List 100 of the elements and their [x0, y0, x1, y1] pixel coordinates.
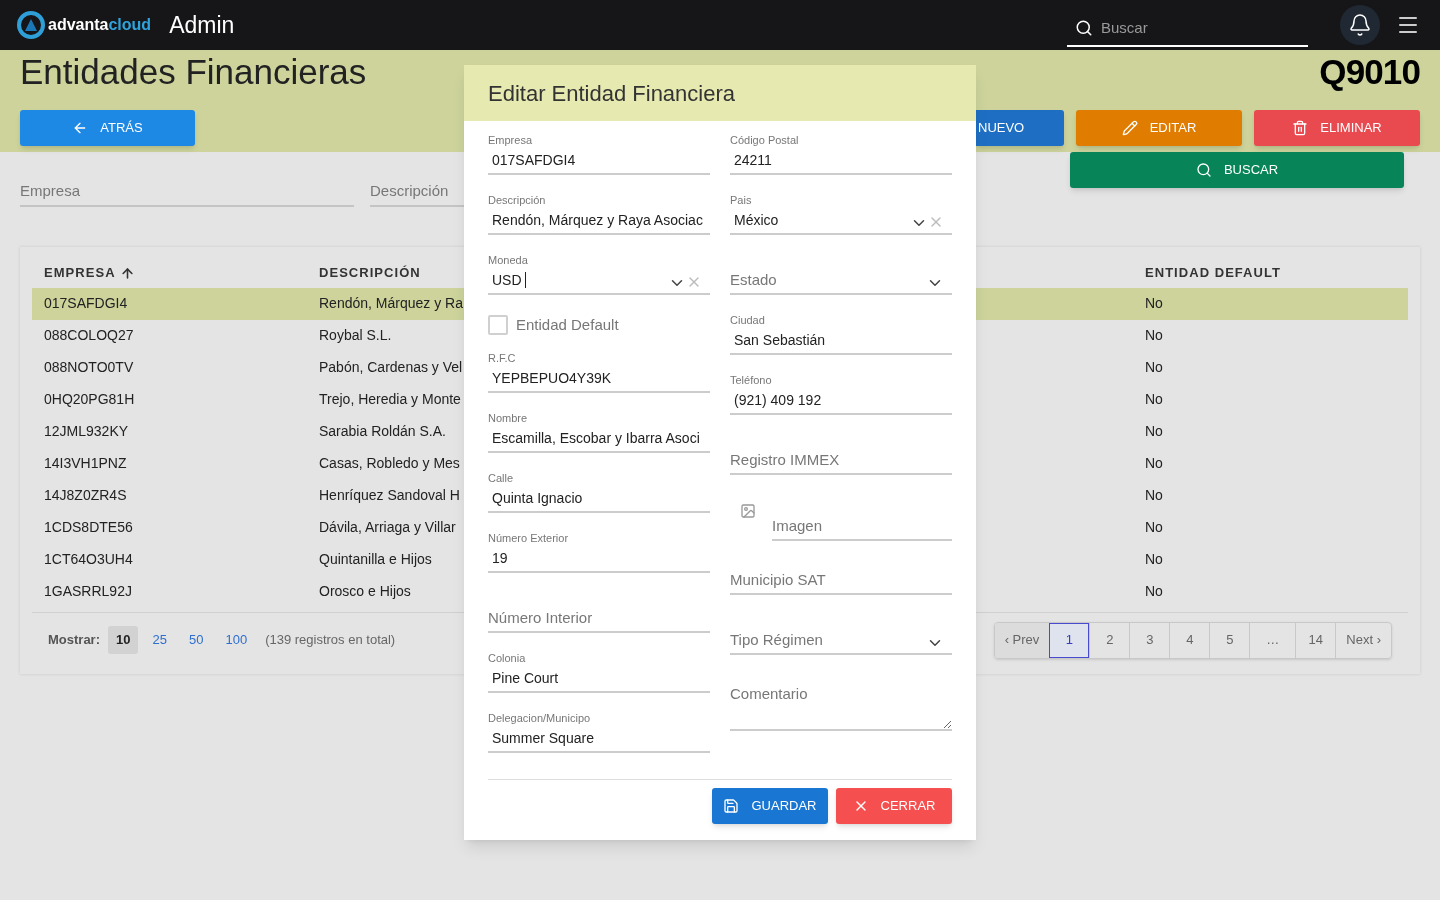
field-label: Descripción: [488, 193, 547, 207]
pagination-ellipsis: …: [1249, 622, 1296, 658]
page-button[interactable]: 4: [1169, 622, 1210, 658]
table-cell-text: No: [1145, 550, 1163, 569]
table-row[interactable]: No: [976, 511, 1408, 544]
table-cell-text: No: [1145, 486, 1163, 505]
table-cell: 14I3VH1PNZ: [44, 455, 127, 471]
notifications-button[interactable]: [1340, 5, 1380, 45]
table-row[interactable]: 1CDS8DTE56 Dávila, Arriaga y Villar: [32, 511, 464, 544]
table-row[interactable]: 088COLOQ27 Roybal S.L.: [32, 319, 464, 352]
text-field[interactable]: 017SAFDGI4: [488, 147, 710, 175]
search-icon: [1075, 19, 1093, 37]
table-cell: Dávila, Arriaga y Villar: [319, 519, 456, 535]
column-header[interactable]: EMPRESA: [44, 263, 116, 283]
text-field[interactable]: Rendón, Márquez y Raya Asociac: [488, 207, 710, 235]
table-cell: Roybal S.L.: [319, 327, 392, 343]
text-cursor: [524, 272, 526, 288]
table-cell-text: No: [1145, 326, 1163, 345]
table-cell: Orosco e Hijos: [319, 583, 411, 599]
filter-field[interactable]: Empresa: [20, 180, 354, 207]
logo-text: advanta: [48, 15, 109, 35]
search-input[interactable]: Buscar: [1101, 16, 1281, 40]
table-cell-text: No: [1145, 390, 1163, 409]
text-field[interactable]: (921) 409 192: [730, 387, 952, 415]
pagination-nav[interactable]: Next ›: [1335, 622, 1391, 658]
text-field[interactable]: 24211: [730, 147, 952, 175]
table-row[interactable]: 0HQ20PG81H Trejo, Heredia y Monte: [32, 383, 464, 416]
table-row[interactable]: No: [976, 479, 1408, 512]
table-cell-text: No: [1145, 422, 1163, 441]
page-size-option[interactable]: 25: [144, 626, 175, 654]
page-button[interactable]: 1: [1049, 622, 1090, 658]
new-button[interactable]: NUEVO: [976, 110, 1064, 146]
table-cell: 1CT64O3UH4: [44, 551, 133, 567]
page-size-label: Mostrar:: [48, 631, 100, 650]
table-cell: 1CDS8DTE56: [44, 519, 133, 535]
field-label: Código Postal: [730, 133, 800, 147]
text-field[interactable]: 19: [488, 545, 710, 573]
table-cell-text: No: [1145, 358, 1163, 377]
save-icon: [723, 798, 740, 814]
text-field[interactable]: Registro IMMEX: [730, 447, 952, 475]
select-field[interactable]: México: [730, 207, 952, 235]
field-label: Colonia: [488, 651, 527, 665]
back-button[interactable]: ATRÁS: [20, 110, 195, 146]
select-field[interactable]: Estado: [730, 267, 952, 295]
text-field[interactable]: Municipio SAT: [730, 567, 952, 595]
table-row[interactable]: No: [976, 447, 1408, 480]
field-label: Teléfono: [730, 373, 773, 387]
table-row[interactable]: No: [976, 415, 1408, 448]
table-row[interactable]: No: [976, 575, 1408, 608]
field-label: Delegacion/Municipo: [488, 711, 592, 725]
text-field[interactable]: San Sebastián: [730, 327, 952, 355]
table-row[interactable]: No: [976, 543, 1408, 576]
file-field[interactable]: Imagen: [772, 514, 952, 541]
page-button[interactable]: 2: [1089, 622, 1130, 658]
checkbox[interactable]: [488, 315, 508, 335]
table-row[interactable]: 12JML932KY Sarabia Roldán S.A.: [32, 415, 464, 448]
table-row[interactable]: 14I3VH1PNZ Casas, Robledo y Mes: [32, 447, 464, 480]
page-size-option[interactable]: 100: [217, 626, 256, 654]
save-button[interactable]: GUARDAR: [712, 788, 828, 824]
select-field[interactable]: Tipo Régimen: [730, 627, 952, 655]
delete-button[interactable]: ELIMINAR: [1254, 110, 1420, 146]
table-row[interactable]: No: [976, 287, 1408, 320]
page-button[interactable]: 14: [1295, 622, 1336, 658]
field-label: Ciudad: [730, 313, 766, 327]
table-row[interactable]: 1CT64O3UH4 Quintanilla e Hijos: [32, 543, 464, 576]
page-button[interactable]: 5: [1209, 622, 1250, 658]
table-cell: Sarabia Roldán S.A.: [319, 423, 446, 439]
search-button[interactable]: BUSCAR: [1070, 152, 1404, 188]
page-size-option[interactable]: 10: [108, 626, 139, 654]
table-row[interactable]: 1GASRRL92J Orosco e Hijos: [32, 575, 464, 608]
comment-field[interactable]: Comentario: [730, 683, 952, 731]
bell-icon: [1348, 13, 1372, 37]
image-icon: [740, 503, 756, 519]
table-cell: 14J8Z0ZR4S: [44, 487, 127, 503]
column-header[interactable]: DESCRIPCIÓN: [319, 263, 421, 283]
table-row[interactable]: 088NOTO0TV Pabón, Cardenas y Vel: [32, 351, 464, 384]
text-field[interactable]: Escamilla, Escobar y Ibarra Asoci: [488, 425, 710, 453]
table-row[interactable]: No: [976, 351, 1408, 384]
table-row[interactable]: 14J8Z0ZR4S Henríquez Sandoval H: [32, 479, 464, 512]
text-field[interactable]: Quinta Ignacio: [488, 485, 710, 513]
table-cell: 1GASRRL92J: [44, 583, 132, 599]
text-field[interactable]: Pine Court: [488, 665, 710, 693]
text-field[interactable]: Summer Square: [488, 725, 710, 753]
field-label: Moneda: [488, 253, 529, 267]
page-button[interactable]: 3: [1129, 622, 1170, 658]
text-field[interactable]: YEPBEPUO4Y39K: [488, 365, 710, 393]
field-label: Calle: [488, 471, 515, 485]
table-row[interactable]: 017SAFDGI4 Rendón, Márquez y Ra: [32, 287, 464, 320]
text-field[interactable]: Número Interior: [488, 605, 710, 633]
table-cell-text: No: [1145, 294, 1163, 313]
field-label: Nombre: [488, 411, 529, 425]
field-label: Empresa: [488, 133, 534, 147]
select-field[interactable]: USD: [488, 267, 710, 295]
table-row[interactable]: No: [976, 319, 1408, 352]
app-title: Admin: [169, 10, 235, 40]
pagination-nav[interactable]: ‹ Prev: [994, 622, 1050, 658]
table-row[interactable]: No: [976, 383, 1408, 416]
filter-field[interactable]: Descripción: [370, 180, 464, 207]
page-size-option[interactable]: 50: [180, 626, 212, 654]
column-header[interactable]: ENTIDAD DEFAULT: [1145, 263, 1281, 283]
